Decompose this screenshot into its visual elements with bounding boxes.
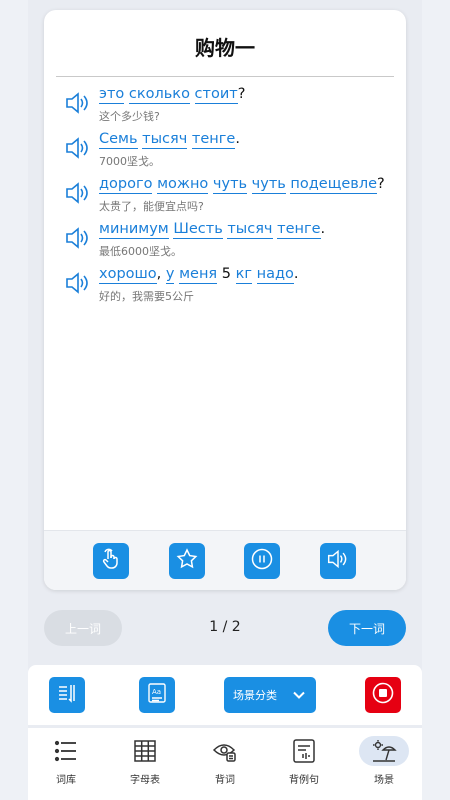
speaker-icon[interactable] — [64, 180, 92, 206]
word-link[interactable]: дорого — [99, 176, 153, 194]
tab-scenes[interactable]: 场景 — [348, 728, 420, 800]
chinese-translation: 太贵了，能便宜点吗? — [99, 200, 204, 213]
speaker-icon — [326, 548, 350, 574]
sentence-item: это сколько стоит? 这个多少钱? — [62, 84, 392, 129]
word-link[interactable]: сколько — [128, 86, 190, 104]
tab-label: 背词 — [215, 775, 235, 786]
punctuation — [190, 86, 195, 102]
sentence-card-icon — [291, 738, 317, 764]
word-link[interactable]: меня — [179, 266, 218, 284]
punctuation: . — [320, 221, 326, 237]
list-icon — [53, 738, 79, 764]
pause-button[interactable] — [244, 543, 280, 579]
tab-label: 场景 — [374, 775, 394, 786]
tab-label: 背例句 — [289, 775, 319, 786]
text-card-icon: Aa — [146, 682, 168, 708]
russian-sentence[interactable]: минимум Шесть тысяч тенге. — [99, 221, 326, 239]
next-button[interactable]: 下一词 — [328, 610, 406, 646]
bottom-tab-bar: 词库 字母表 背词 背例句 场景 — [28, 728, 422, 800]
speaker-icon[interactable] — [64, 90, 92, 116]
sentence-item: дорого можно чуть чуть подещевле? 太贵了，能便… — [62, 174, 392, 219]
word-link[interactable]: тысяч — [227, 221, 273, 239]
sentence-list: это сколько стоит? 这个多少钱? Семь тысяч тен… — [62, 84, 392, 309]
tap-mode-button[interactable] — [93, 543, 129, 579]
word-link[interactable]: тенге — [277, 221, 321, 239]
beach-scene-icon — [371, 738, 397, 764]
hand-tap-icon — [100, 548, 122, 574]
speaker-icon[interactable] — [64, 225, 92, 251]
tab-label: 词库 — [56, 775, 76, 786]
category-dropdown[interactable]: 场景分类 — [224, 677, 316, 713]
sort-button[interactable] — [49, 677, 85, 713]
sentence-item: Семь тысяч тенге. 7000坚戈。 — [62, 129, 392, 174]
favorite-button[interactable] — [169, 543, 205, 579]
word-link[interactable]: кг — [235, 266, 252, 284]
punctuation — [247, 176, 252, 192]
tab-memorize-sentences[interactable]: 背例句 — [268, 728, 340, 800]
speaker-icon[interactable] — [64, 135, 92, 161]
word-link[interactable]: Семь — [99, 131, 138, 149]
chevron-down-icon — [292, 688, 306, 705]
grid-table-icon — [132, 738, 158, 764]
page-title: 购物一 — [195, 36, 255, 60]
punctuation: , — [156, 266, 166, 282]
sentence-item: минимум Шесть тысяч тенге. 最低6000坚戈。 — [62, 219, 392, 264]
sort-lines-icon — [56, 682, 78, 708]
word-link[interactable]: это — [99, 86, 125, 104]
word-link[interactable]: можно — [157, 176, 209, 194]
pager: 上一词 1 / 2 下一词 — [0, 610, 450, 646]
font-card-button[interactable]: Aa — [139, 677, 175, 713]
tab-alphabet[interactable]: 字母表 — [109, 728, 181, 800]
word-link[interactable]: подещевле — [290, 176, 378, 194]
word-link[interactable]: минимум — [99, 221, 169, 239]
word-link[interactable]: стоит — [194, 86, 238, 104]
word-link[interactable]: тысяч — [142, 131, 188, 149]
speaker-icon[interactable] — [64, 270, 92, 296]
punctuation: . — [235, 131, 240, 147]
russian-sentence[interactable]: дорого можно чуть чуть подещевле? — [99, 176, 385, 194]
page-indicator: 1 / 2 — [209, 619, 241, 635]
word-link[interactable]: чуть — [212, 176, 248, 194]
play-audio-button[interactable] — [320, 543, 356, 579]
word-link[interactable]: надо — [256, 266, 294, 284]
punctuation — [252, 266, 257, 282]
word-link[interactable]: чуть — [251, 176, 286, 194]
star-icon — [176, 548, 198, 574]
category-label: 场景分类 — [233, 689, 277, 702]
pause-icon — [250, 547, 274, 575]
russian-sentence[interactable]: это сколько стоит? — [99, 86, 246, 104]
chinese-translation: 7000坚戈。 — [99, 155, 160, 168]
punctuation: 5 — [217, 266, 236, 282]
eye-memorize-icon — [212, 738, 238, 764]
tab-label: 字母表 — [130, 775, 160, 786]
card-controls — [44, 530, 406, 590]
chinese-translation: 这个多少钱? — [99, 110, 160, 123]
punctuation: . — [293, 266, 299, 282]
russian-sentence[interactable]: хорошо, у меня 5 кг надо. — [99, 266, 299, 284]
word-link[interactable]: тенге — [191, 131, 236, 149]
tab-memorize-words[interactable]: 背词 — [189, 728, 261, 800]
stop-icon — [371, 681, 395, 709]
russian-sentence[interactable]: Семь тысяч тенге. — [99, 131, 240, 149]
action-toolbar: Aa 场景分类 — [28, 665, 422, 725]
sentence-card: 购物一 это сколько стоит? 这个多少钱? Семь тысяч… — [44, 10, 406, 590]
previous-button[interactable]: 上一词 — [44, 610, 122, 646]
tab-word-library[interactable]: 词库 — [30, 728, 102, 800]
punctuation: ? — [377, 176, 385, 192]
title-divider — [56, 76, 394, 77]
word-link[interactable]: хорошо — [99, 266, 157, 284]
chinese-translation: 好的，我需要5公斤 — [99, 290, 194, 303]
stop-button[interactable] — [365, 677, 401, 713]
svg-text:Aa: Aa — [152, 688, 161, 696]
sentence-item: хорошо, у меня 5 кг надо. 好的，我需要5公斤 — [62, 264, 392, 309]
chinese-translation: 最低6000坚戈。 — [99, 245, 182, 258]
punctuation: ? — [237, 86, 246, 102]
word-link[interactable]: Шесть — [173, 221, 223, 239]
